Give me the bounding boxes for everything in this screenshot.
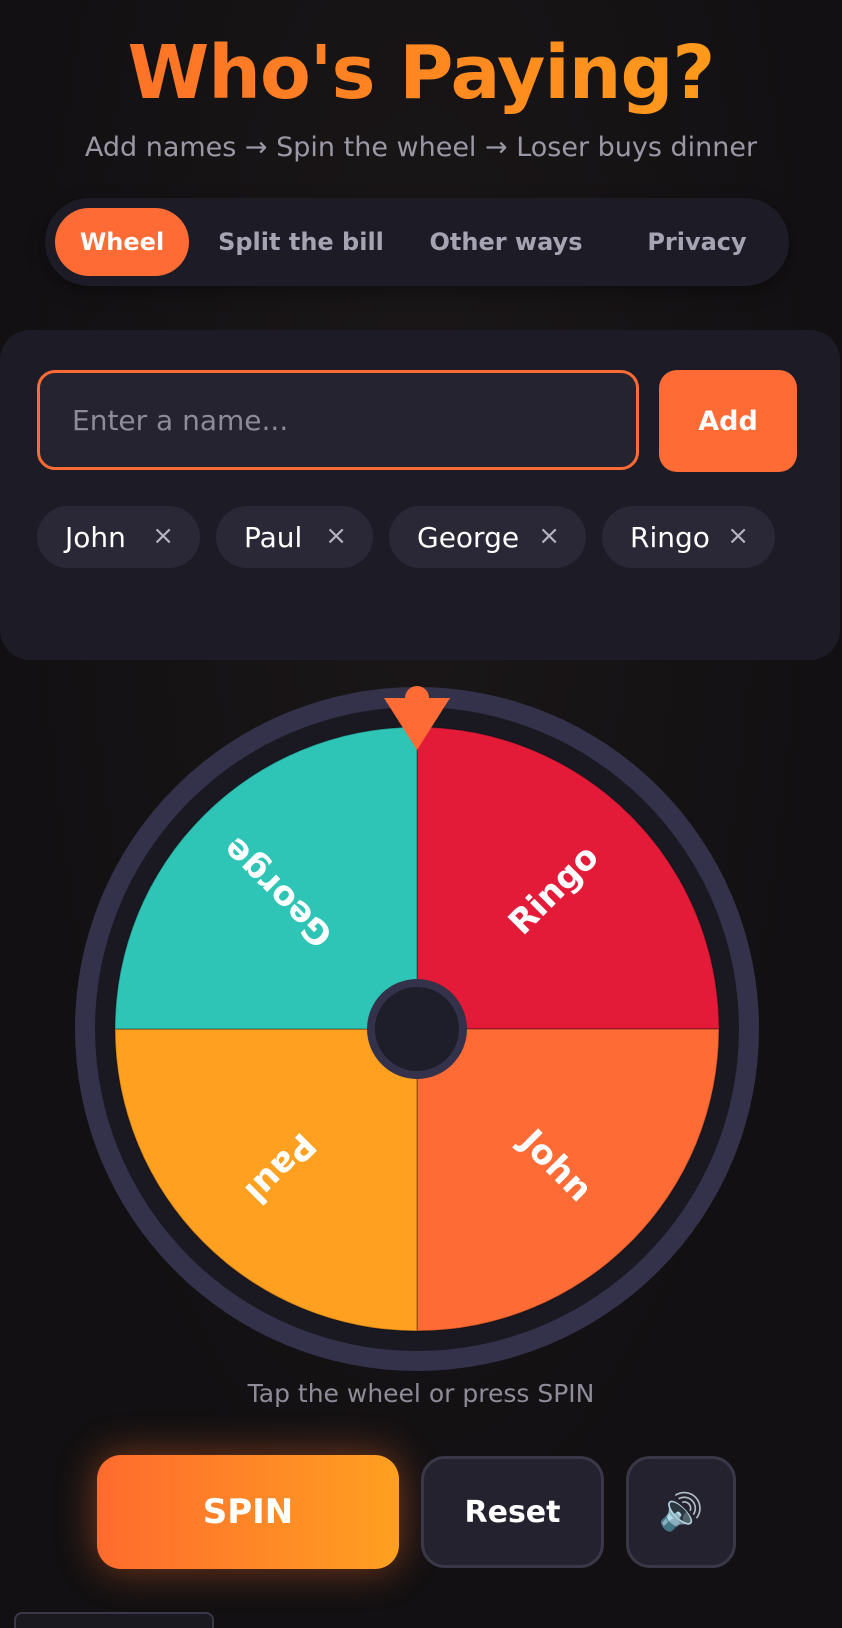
spin-wheel[interactable]: Ringo John Paul George [72, 684, 762, 1374]
tab-bar: Wheel Split the bill Other ways Privacy [45, 198, 789, 286]
tab-split-the-bill[interactable]: Split the bill [207, 208, 395, 276]
names-panel: Add John × Paul × George × Ringo × [0, 330, 840, 660]
name-chip-john: John × [37, 506, 200, 568]
name-chip-ringo: Ringo × [602, 506, 775, 568]
tab-wheel[interactable]: Wheel [55, 208, 189, 276]
remove-icon[interactable]: × [727, 520, 749, 552]
add-button[interactable]: Add [659, 370, 797, 472]
wheel-hub [375, 987, 459, 1071]
page-subtitle: Add names → Spin the wheel → Loser buys … [84, 132, 758, 163]
name-input[interactable] [37, 370, 639, 470]
remove-icon[interactable]: × [325, 520, 347, 552]
tab-other-ways[interactable]: Other ways [411, 208, 601, 276]
name-chip-paul: Paul × [216, 506, 373, 568]
tab-privacy[interactable]: Privacy [617, 208, 777, 276]
page-title: Who's Paying? [0, 28, 842, 118]
name-chip-george: George × [389, 506, 586, 568]
remove-icon[interactable]: × [538, 520, 560, 552]
chip-label: Paul [244, 520, 303, 554]
bottom-edge-tab [14, 1612, 214, 1628]
remove-icon[interactable]: × [152, 520, 174, 552]
chip-label: John [65, 520, 126, 554]
spin-button[interactable]: SPIN [97, 1455, 399, 1569]
chip-label: Ringo [630, 520, 710, 554]
speaker-icon: 🔊 [658, 1491, 704, 1532]
wheel-graphic[interactable]: RingoJohnPaulGeorge [72, 684, 762, 1374]
sound-toggle-button[interactable]: 🔊 [626, 1456, 736, 1568]
spin-hint: Tap the wheel or press SPIN [247, 1379, 595, 1408]
chip-label: George [417, 520, 520, 554]
reset-button[interactable]: Reset [421, 1456, 604, 1568]
